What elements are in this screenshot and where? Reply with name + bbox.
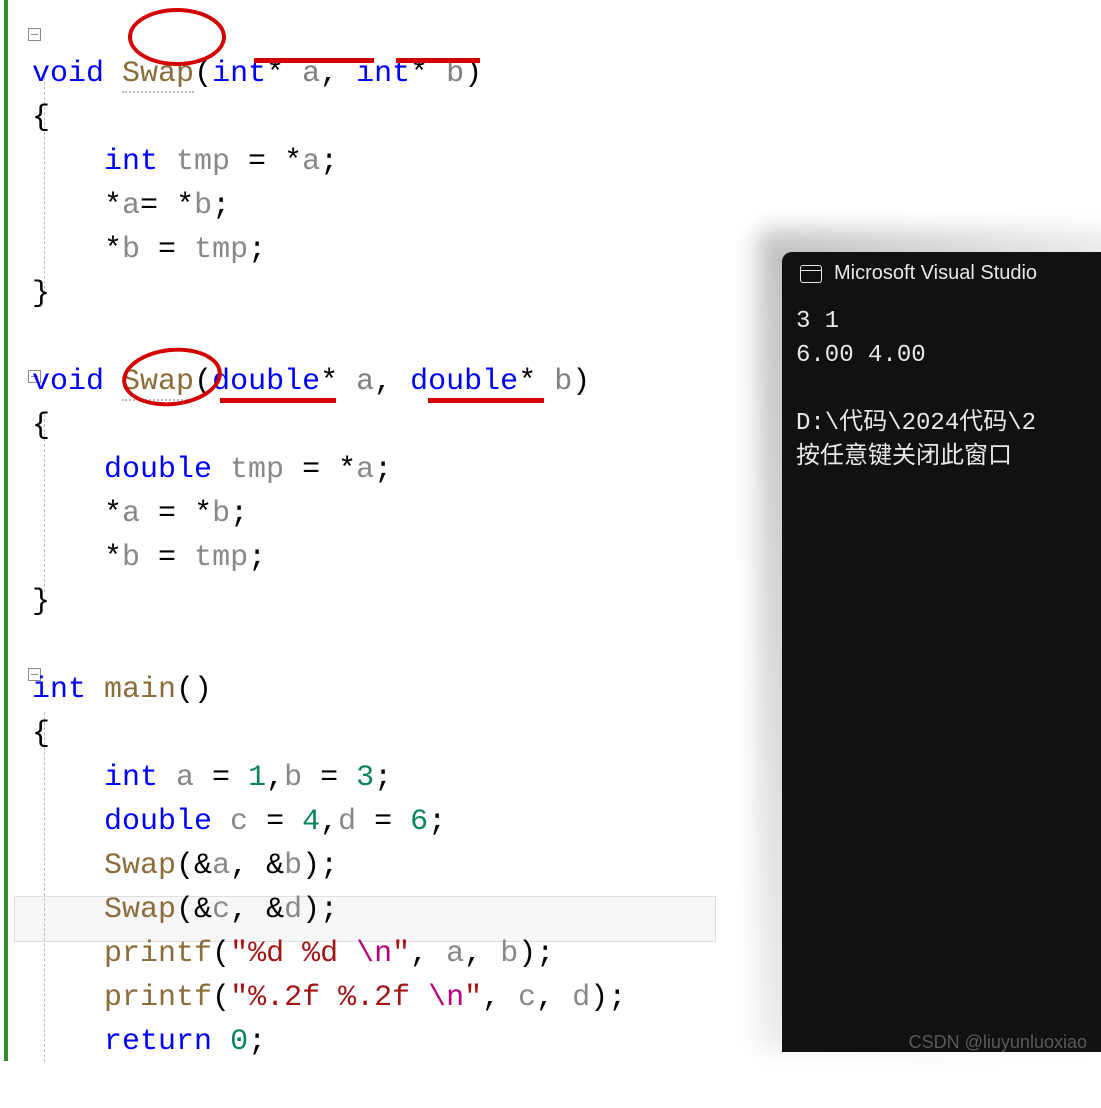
code-line[interactable]: Swap(&c, &d); <box>14 893 338 927</box>
source-code[interactable]: void Swap(int* a, int* b) { int tmp = *a… <box>14 8 626 1108</box>
code-line[interactable]: { <box>14 101 50 135</box>
code-line[interactable]: double tmp = *a; <box>14 453 392 487</box>
code-line[interactable]: void Swap(double* a, double* b) <box>14 365 590 401</box>
console-output: 3 1 6.00 4.00 D:\代码\2024代码\2 按任意键关闭此窗口 <box>782 293 1101 475</box>
console-titlebar[interactable]: Microsoft Visual Studio <box>782 252 1101 293</box>
code-line[interactable]: *b = tmp; <box>14 233 266 267</box>
code-line[interactable]: } <box>14 585 50 619</box>
code-line[interactable]: { <box>14 717 50 751</box>
code-line[interactable]: { <box>14 409 50 443</box>
code-line[interactable]: printf("%d %d \n", a, b); <box>14 937 554 971</box>
code-line[interactable]: int a = 1,b = 3; <box>14 761 392 795</box>
change-marker-bar <box>4 0 8 1061</box>
code-line[interactable]: *b = tmp; <box>14 541 266 575</box>
code-line[interactable]: } <box>14 277 50 311</box>
code-line[interactable]: double c = 4,d = 6; <box>14 805 446 839</box>
terminal-icon <box>800 265 822 283</box>
code-line[interactable]: *a = *b; <box>14 497 248 531</box>
watermark: CSDN @liuyunluoxiao <box>909 1032 1087 1053</box>
code-line[interactable]: Swap(&a, &b); <box>14 849 338 883</box>
console-title: Microsoft Visual Studio <box>834 262 1037 285</box>
code-line[interactable]: int main() <box>14 673 212 707</box>
code-line[interactable]: return 0; <box>14 1025 266 1059</box>
console-window[interactable]: Microsoft Visual Studio 3 1 6.00 4.00 D:… <box>782 252 1101 1052</box>
code-line[interactable] <box>14 321 32 355</box>
code-line[interactable]: void Swap(int* a, int* b) <box>14 57 482 93</box>
code-line[interactable]: *a= *b; <box>14 189 230 223</box>
code-line[interactable]: int tmp = *a; <box>14 145 338 179</box>
code-line[interactable]: printf("%.2f %.2f \n", c, d); <box>14 981 626 1015</box>
code-line[interactable] <box>14 629 32 663</box>
